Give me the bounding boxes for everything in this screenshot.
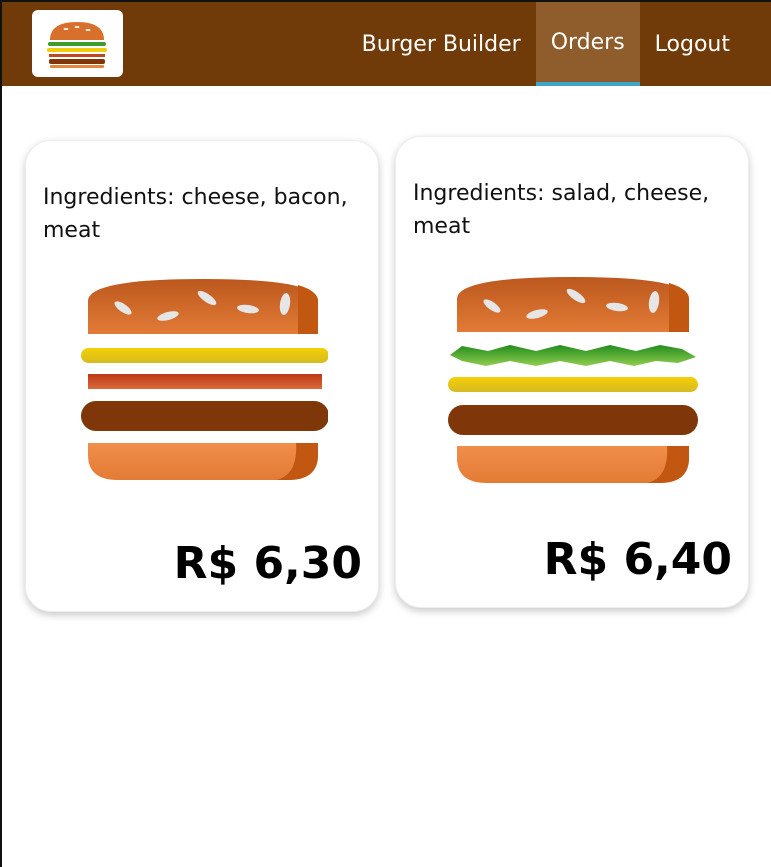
order-price: R$ 6,30 [173,538,362,589]
burger-illustration [81,279,328,480]
order-ingredients: Ingredients: salad, cheese, meat [413,181,710,239]
burger-logo-icon [47,22,107,68]
order-ingredients: Ingredients: cheese, bacon, meat [43,185,348,243]
order-price: R$ 6,40 [543,534,732,585]
app-frame: Burger Builder Orders Logout Ingredients… [0,0,771,867]
nav-orders[interactable]: Orders [535,2,640,86]
order-card: Ingredients: salad, cheese, meat R$ 6,40 [395,136,749,608]
toolbar: Burger Builder Orders Logout [2,2,771,86]
burger-illustration [448,277,698,483]
nav-items: Burger Builder Orders Logout [347,2,771,86]
order-card: Ingredients: cheese, bacon, meat R$ 6,30 [25,140,379,612]
nav-logout[interactable]: Logout [640,2,771,86]
logo[interactable] [32,10,123,77]
nav-burger-builder[interactable]: Burger Builder [347,2,536,86]
